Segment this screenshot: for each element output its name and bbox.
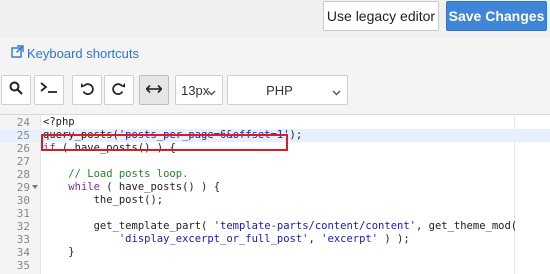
line-number: 35 — [16, 259, 30, 272]
line-number: 25 — [16, 129, 30, 142]
fold-arrow-icon[interactable] — [32, 185, 38, 189]
terminal-button[interactable] — [34, 75, 64, 105]
wrap-arrows-icon — [145, 81, 163, 99]
line-number: 29 — [16, 181, 30, 194]
font-size-value: 13px — [181, 82, 210, 98]
search-button[interactable] — [1, 75, 31, 105]
code-line[interactable]: 33 'display_excerpt_or_full_post', 'exce… — [0, 233, 550, 246]
code-line[interactable]: 30 the_post(); — [0, 194, 550, 207]
code-text: 'display_excerpt_or_full_post', 'excerpt… — [118, 233, 410, 245]
code-text: the_post(); — [43, 194, 164, 206]
code-line[interactable]: 24 <?php — [0, 116, 550, 129]
line-number: 33 — [16, 233, 30, 246]
language-select[interactable]: PHP — [227, 75, 348, 105]
line-number: 30 — [16, 194, 30, 207]
code-text: while ( have_posts() ) { — [68, 181, 221, 193]
font-size-select[interactable]: 13px — [175, 75, 223, 105]
code-text: get_template_part( 'template-parts/conte… — [43, 220, 518, 232]
line-number: 26 — [16, 142, 30, 155]
highlighted-code-box — [41, 134, 288, 151]
line-number: 27 — [16, 155, 30, 168]
top-bar: Use legacy editor Save Changes — [0, 0, 550, 38]
code-line[interactable]: 29 while ( have_posts() ) { — [0, 181, 550, 194]
code-text: } — [43, 246, 75, 258]
code-text: // Load posts loop. — [43, 168, 189, 180]
line-number: 34 — [16, 246, 30, 259]
line-number: 31 — [16, 207, 30, 220]
chevron-down-icon — [332, 85, 341, 100]
code-line[interactable]: 28 // Load posts loop. — [0, 168, 550, 181]
code-editor[interactable]: 24 <?php 25 query_posts('posts_per_page=6&o… — [0, 114, 550, 274]
line-number: 32 — [16, 220, 30, 233]
code-text: <?php — [43, 116, 75, 128]
language-value: PHP — [266, 82, 293, 98]
redo-button[interactable] — [104, 75, 134, 105]
line-wrap-toggle[interactable] — [139, 75, 169, 105]
code-line[interactable]: 31 — [0, 207, 550, 220]
code-line[interactable]: 32 get_template_part( 'template-parts/co… — [0, 220, 550, 233]
save-changes-button[interactable]: Save Changes — [446, 1, 547, 31]
line-number: 24 — [16, 116, 30, 129]
code-line[interactable]: 35 — [0, 259, 550, 272]
undo-icon — [80, 81, 94, 100]
editor-toolbar: 13px PHP — [0, 75, 550, 107]
keyboard-shortcuts-label: Keyboard shortcuts — [27, 45, 140, 61]
redo-icon — [112, 81, 126, 100]
code-line[interactable]: 27 — [0, 155, 550, 168]
terminal-icon — [40, 81, 58, 99]
line-number: 28 — [16, 168, 30, 181]
code-line[interactable]: 34 } — [0, 246, 550, 259]
search-icon — [9, 81, 23, 100]
undo-button[interactable] — [72, 75, 102, 105]
external-link-icon — [11, 45, 27, 61]
use-legacy-editor-button[interactable]: Use legacy editor — [323, 1, 439, 31]
chevron-down-icon — [207, 85, 216, 100]
keyboard-shortcuts-link[interactable]: Keyboard shortcuts — [11, 44, 139, 62]
